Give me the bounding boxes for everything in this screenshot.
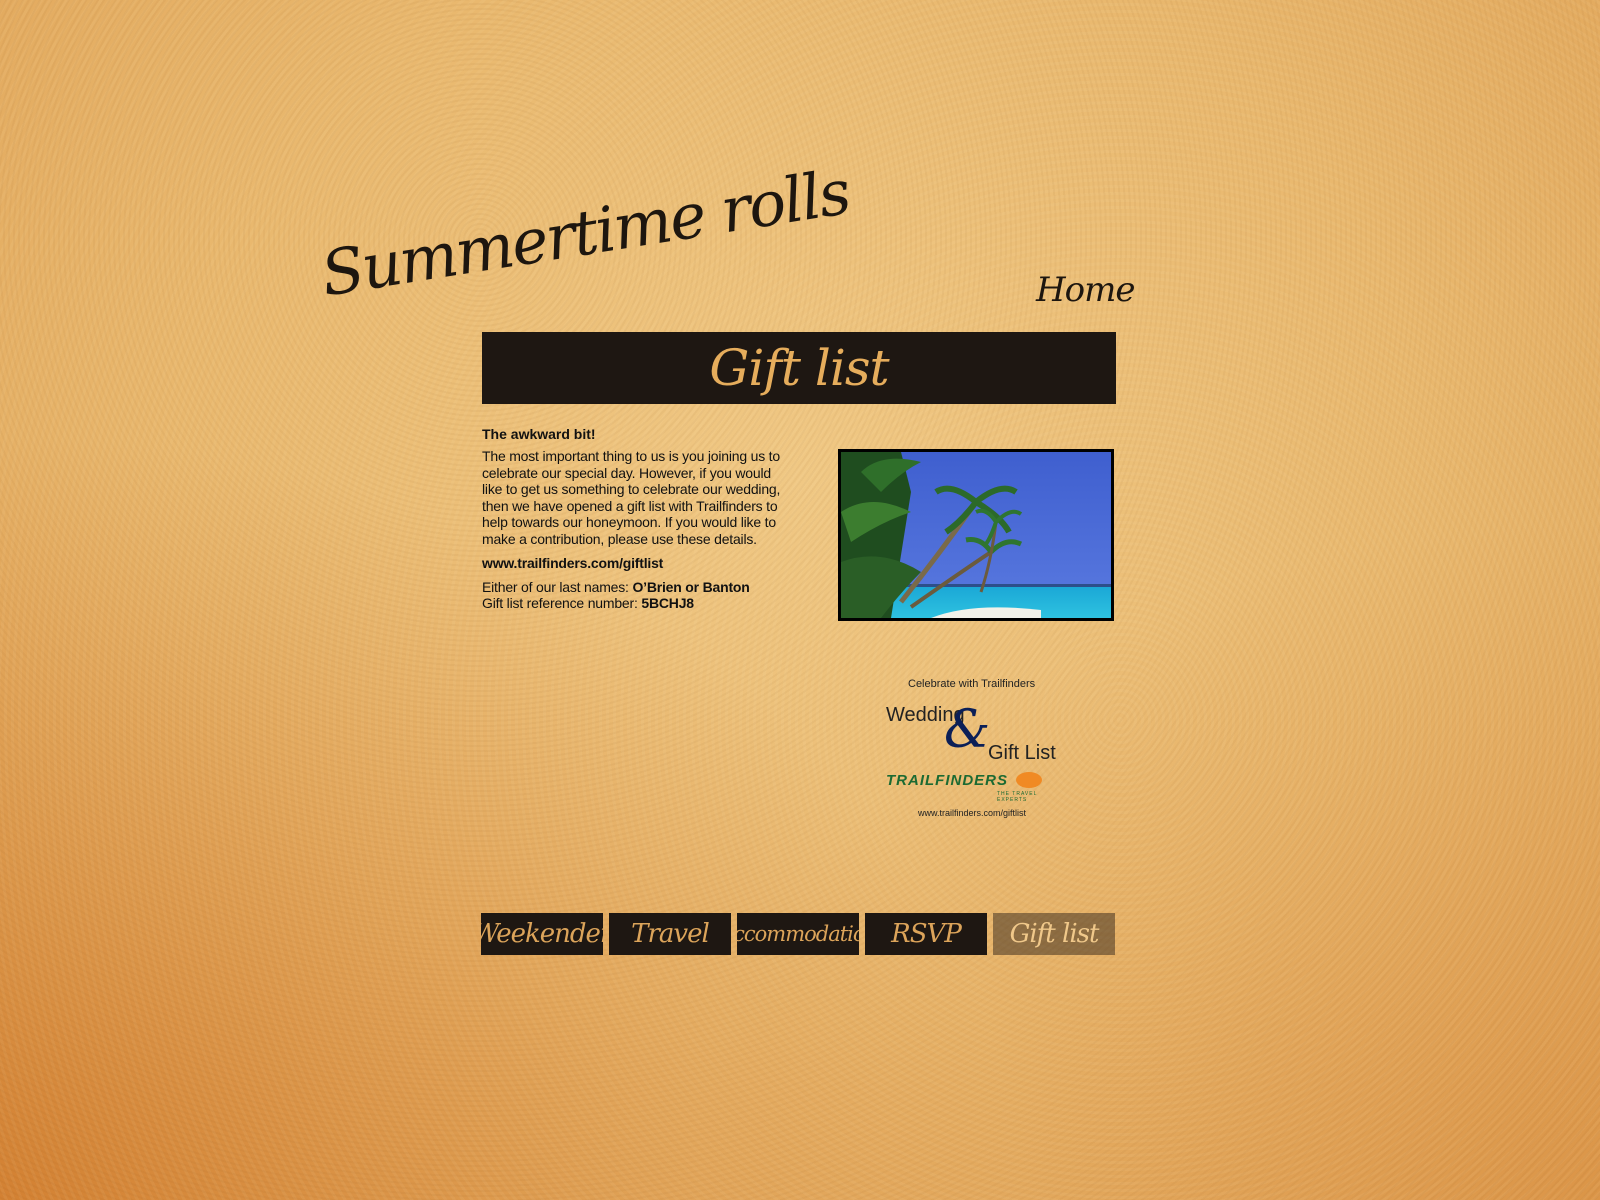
- last-names-label: Either of our last names:: [482, 578, 629, 595]
- beach-palm-photo: [838, 449, 1114, 621]
- reference-label: Gift list reference number:: [482, 595, 638, 611]
- nav-rsvp[interactable]: RSVP: [865, 913, 987, 955]
- nav-weekender[interactable]: Weekender: [481, 913, 603, 955]
- nav-travel[interactable]: Travel: [609, 913, 731, 955]
- trailfinders-wedding-gift-list-logo[interactable]: Celebrate with Trailfinders Wedding & Gi…: [882, 678, 1064, 818]
- site-title[interactable]: Summertime rolls: [316, 155, 854, 310]
- nav-gift-list[interactable]: Gift list: [993, 913, 1115, 955]
- logo-ampersand: &: [944, 700, 991, 760]
- nav-accommodation[interactable]: Accommodation: [737, 913, 859, 955]
- logo-gift-list-text: Gift List: [988, 742, 1056, 764]
- bottom-navigation: Weekender Travel Accommodation RSVP Gift…: [481, 913, 1117, 955]
- page-title: Gift list: [709, 339, 889, 397]
- gift-list-content: The awkward bit! The most important thin…: [482, 426, 792, 612]
- gift-list-url: www.trailfinders.com/giftlist: [482, 555, 664, 571]
- page-title-banner: Gift list: [482, 332, 1116, 404]
- reference-value: 5BCHJ8: [641, 595, 694, 611]
- logo-tagline: THE TRAVEL EXPERTS: [997, 791, 1038, 803]
- reference-line: Gift list reference number: 5BCHJ8: [482, 595, 792, 612]
- logo-brand-name: TRAILFINDERS: [886, 772, 1008, 789]
- section-heading: The awkward bit!: [482, 426, 596, 442]
- logo-celebrate-text: Celebrate with Trailfinders: [908, 678, 1036, 690]
- home-link[interactable]: Home: [1036, 270, 1135, 310]
- logo-url: www.trailfinders.com/giftlist: [918, 808, 1027, 818]
- last-names-line: Either of our last names: O’Brien or Ban…: [482, 579, 792, 596]
- trailfinders-mark-icon: [1016, 772, 1042, 788]
- body-text: The most important thing to us is you jo…: [482, 448, 781, 547]
- last-names-value: O’Brien or Banton: [632, 578, 750, 595]
